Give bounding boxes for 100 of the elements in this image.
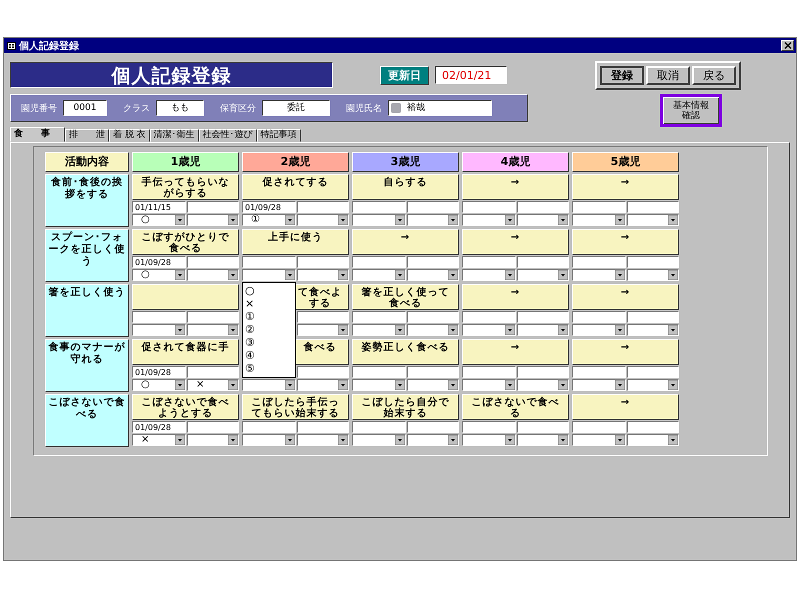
close-button[interactable] [781,40,794,51]
dropdown-field[interactable] [627,324,679,336]
date-field[interactable] [572,311,626,323]
date-field[interactable]: 01/09/28 [242,201,296,213]
dropdown-field[interactable] [627,434,679,446]
date-field[interactable] [297,421,349,433]
date-field[interactable] [517,421,569,433]
dropdown-field[interactable] [627,379,679,391]
date-field[interactable] [352,421,406,433]
date-field[interactable] [352,311,406,323]
date-field[interactable] [517,201,569,213]
date-field[interactable] [187,311,239,323]
date-field[interactable] [572,366,626,378]
date-field[interactable] [627,201,679,213]
dropdown-option[interactable]: ○ [243,284,295,297]
dropdown-field[interactable]: × [187,379,239,391]
tab[interactable]: 特記事項 [256,129,301,142]
date-field[interactable]: 01/11/15 [132,201,186,213]
date-field[interactable] [297,256,349,268]
dropdown-field[interactable]: ○ [132,214,186,226]
date-field[interactable] [297,366,349,378]
date-field[interactable] [462,311,516,323]
dropdown-field[interactable]: × [132,434,186,446]
dropdown-field[interactable]: ○ [132,269,186,281]
dropdown-field[interactable] [132,324,186,336]
date-field[interactable]: 01/09/28 [132,366,186,378]
date-field[interactable] [517,256,569,268]
dropdown-field[interactable] [297,324,349,336]
date-field[interactable] [462,366,516,378]
date-field[interactable] [517,366,569,378]
dropdown-option[interactable]: ③ [243,336,295,349]
basic-info-button[interactable]: 基本情報確認 [660,94,722,127]
date-field[interactable] [407,311,459,323]
input-field[interactable]: 委託 [262,100,330,116]
dropdown-field[interactable] [517,269,569,281]
dropdown-field[interactable] [297,379,349,391]
date-field[interactable] [407,366,459,378]
dropdown-field[interactable] [572,214,626,226]
dropdown-field[interactable] [187,434,239,446]
updated-date-field[interactable]: 02/01/21 [435,66,507,84]
date-field[interactable] [352,201,406,213]
date-field[interactable]: 01/09/28 [132,256,186,268]
action-button[interactable]: 取消 [646,66,690,84]
dropdown-field[interactable] [407,379,459,391]
dropdown-field[interactable] [517,379,569,391]
dropdown-field[interactable] [187,214,239,226]
date-field[interactable] [242,421,296,433]
dropdown-field[interactable] [352,324,406,336]
dropdown-field[interactable] [627,269,679,281]
dropdown-option[interactable]: ④ [243,349,295,362]
date-field[interactable] [627,311,679,323]
dropdown-field[interactable]: ① [242,214,296,226]
date-field[interactable] [187,201,239,213]
dropdown-field[interactable] [462,214,516,226]
dropdown-option[interactable]: ⑤ [243,362,295,375]
date-field[interactable] [407,201,459,213]
date-field[interactable] [462,421,516,433]
date-field[interactable] [132,311,186,323]
date-field[interactable] [187,256,239,268]
dropdown-field[interactable] [462,269,516,281]
dropdown-field[interactable] [517,214,569,226]
tab[interactable]: 清潔･衛生 [150,129,199,142]
dropdown-field[interactable] [572,379,626,391]
date-field[interactable] [627,366,679,378]
dropdown-field[interactable] [462,324,516,336]
date-field[interactable] [352,256,406,268]
dropdown-field[interactable] [572,269,626,281]
dropdown-field[interactable] [187,324,239,336]
dropdown-field[interactable] [572,324,626,336]
date-field[interactable] [517,311,569,323]
dropdown-field[interactable] [352,269,406,281]
input-field[interactable]: 0001 [63,100,107,116]
date-field[interactable] [627,256,679,268]
dropdown-option[interactable]: ② [243,323,295,336]
dropdown-field[interactable] [407,214,459,226]
date-field[interactable] [572,256,626,268]
date-field[interactable] [297,201,349,213]
dropdown-field[interactable] [407,434,459,446]
date-field[interactable] [242,256,296,268]
dropdown-field[interactable] [462,434,516,446]
dropdown-field[interactable] [572,434,626,446]
tab[interactable]: 社会性･遊び [198,129,257,142]
dropdown-field[interactable] [352,379,406,391]
dropdown-option[interactable]: ① [243,310,295,323]
date-field[interactable]: 01/09/28 [132,421,186,433]
dropdown-field[interactable] [517,434,569,446]
date-field[interactable] [407,256,459,268]
dropdown-option[interactable]: × [243,297,295,310]
date-field[interactable] [572,201,626,213]
date-field[interactable] [462,256,516,268]
dropdown-field[interactable] [352,214,406,226]
dropdown-field[interactable] [242,379,296,391]
dropdown-field[interactable] [407,269,459,281]
dropdown-field[interactable] [187,269,239,281]
date-field[interactable] [462,201,516,213]
tab[interactable]: 着 脱 衣 [109,129,150,142]
input-field[interactable]: もも [156,100,204,116]
dropdown-field[interactable] [297,434,349,446]
date-field[interactable] [297,311,349,323]
date-field[interactable] [572,421,626,433]
